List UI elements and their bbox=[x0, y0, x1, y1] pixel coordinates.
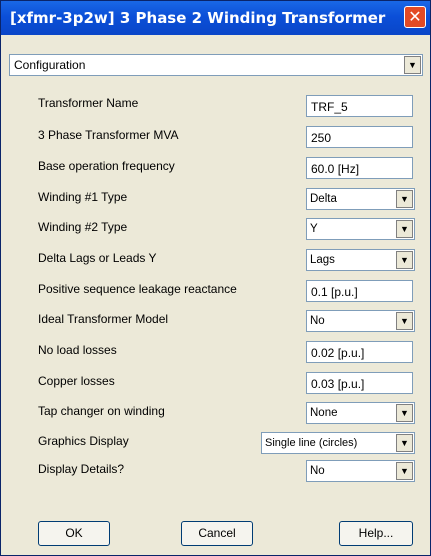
mva-label: 3 Phase Transformer MVA bbox=[38, 128, 179, 142]
display-details-select[interactable]: No ▼ bbox=[306, 460, 415, 482]
chevron-down-icon[interactable]: ▼ bbox=[396, 312, 413, 330]
frequency-field[interactable]: 60.0 [Hz] bbox=[306, 157, 413, 179]
title-bar[interactable]: [xfmr-3p2w] 3 Phase 2 Winding Transforme… bbox=[1, 1, 430, 35]
leakage-label: Positive sequence leakage reactance bbox=[38, 282, 237, 296]
winding2-label: Winding #2 Type bbox=[38, 220, 128, 234]
copper-losses-value: 0.03 [p.u.] bbox=[311, 377, 365, 391]
transformer-name-label: Transformer Name bbox=[38, 96, 139, 110]
window-title: [xfmr-3p2w] 3 Phase 2 Winding Transforme… bbox=[10, 9, 386, 27]
chevron-down-icon[interactable]: ▼ bbox=[396, 434, 413, 452]
chevron-down-icon[interactable]: ▼ bbox=[396, 404, 413, 422]
ideal-model-select[interactable]: No ▼ bbox=[306, 310, 415, 332]
no-load-losses-value: 0.02 [p.u.] bbox=[311, 346, 365, 360]
tap-changer-value: None bbox=[310, 407, 338, 419]
frequency-label: Base operation frequency bbox=[38, 159, 175, 173]
tap-changer-label: Tap changer on winding bbox=[38, 404, 165, 418]
mva-field[interactable]: 250 bbox=[306, 126, 413, 148]
help-button[interactable]: Help... bbox=[339, 521, 413, 546]
graphics-display-value: Single line (circles) bbox=[265, 437, 358, 449]
no-load-losses-field[interactable]: 0.02 [p.u.] bbox=[306, 341, 413, 363]
ok-button[interactable]: OK bbox=[38, 521, 110, 546]
category-select[interactable]: Configuration ▼ bbox=[9, 54, 423, 76]
winding1-label: Winding #1 Type bbox=[38, 190, 128, 204]
category-value: Configuration bbox=[14, 58, 86, 72]
copper-losses-label: Copper losses bbox=[38, 374, 115, 388]
leakage-value: 0.1 [p.u.] bbox=[311, 285, 358, 299]
transformer-name-field[interactable]: TRF_5 bbox=[306, 95, 413, 117]
close-icon[interactable]: ✕ bbox=[404, 6, 426, 28]
no-load-losses-label: No load losses bbox=[38, 343, 117, 357]
graphics-display-label: Graphics Display bbox=[38, 434, 129, 448]
chevron-down-icon[interactable]: ▼ bbox=[396, 251, 413, 269]
display-details-value: No bbox=[310, 465, 325, 477]
leakage-field[interactable]: 0.1 [p.u.] bbox=[306, 280, 413, 302]
transformer-dialog: [xfmr-3p2w] 3 Phase 2 Winding Transforme… bbox=[0, 0, 431, 556]
delta-lags-label: Delta Lags or Leads Y bbox=[38, 251, 157, 265]
transformer-name-value: TRF_5 bbox=[311, 100, 348, 114]
display-details-label: Display Details? bbox=[38, 462, 125, 476]
chevron-down-icon[interactable]: ▼ bbox=[396, 462, 413, 480]
winding1-value: Delta bbox=[310, 193, 337, 205]
ideal-model-value: No bbox=[310, 315, 325, 327]
winding1-select[interactable]: Delta ▼ bbox=[306, 188, 415, 210]
ideal-model-label: Ideal Transformer Model bbox=[38, 312, 169, 326]
delta-lags-value: Lags bbox=[310, 254, 335, 266]
frequency-value: 60.0 [Hz] bbox=[311, 162, 360, 176]
cancel-button[interactable]: Cancel bbox=[181, 521, 253, 546]
mva-value: 250 bbox=[311, 131, 332, 145]
chevron-down-icon[interactable]: ▼ bbox=[396, 190, 413, 208]
graphics-display-select[interactable]: Single line (circles) ▼ bbox=[261, 432, 415, 454]
chevron-down-icon[interactable]: ▼ bbox=[404, 56, 421, 74]
delta-lags-select[interactable]: Lags ▼ bbox=[306, 249, 415, 271]
copper-losses-field[interactable]: 0.03 [p.u.] bbox=[306, 372, 413, 394]
winding2-select[interactable]: Y ▼ bbox=[306, 218, 415, 240]
tap-changer-select[interactable]: None ▼ bbox=[306, 402, 415, 424]
winding2-value: Y bbox=[310, 223, 318, 235]
chevron-down-icon[interactable]: ▼ bbox=[396, 220, 413, 238]
